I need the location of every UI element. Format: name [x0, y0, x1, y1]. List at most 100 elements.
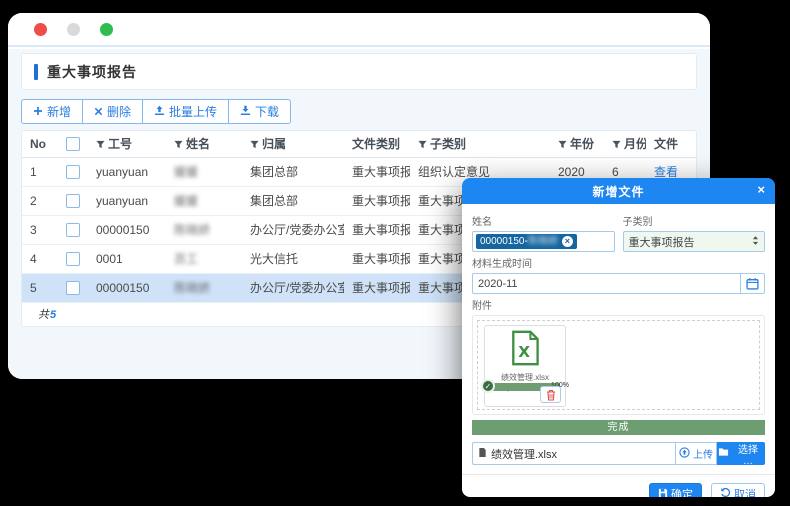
cell-category: 重大事项报告: [344, 244, 410, 273]
plus-icon: [33, 105, 43, 119]
row-checkbox[interactable]: [66, 194, 80, 208]
filter-icon[interactable]: [96, 138, 105, 152]
x-icon: [94, 105, 103, 119]
redacted-name: 媛媛: [174, 194, 198, 208]
row-checkbox[interactable]: [66, 165, 80, 179]
column-header-name[interactable]: 姓名: [166, 131, 242, 157]
download-button[interactable]: 下载: [228, 99, 291, 124]
remove-tag-icon[interactable]: ×: [562, 236, 573, 247]
title-accent-bar: [34, 64, 38, 80]
filter-icon[interactable]: [174, 138, 183, 152]
cell-name: 陈晓娇: [166, 273, 242, 302]
modal-footer: 确定 取消: [462, 474, 775, 497]
view-file-link[interactable]: 查看: [654, 165, 678, 179]
row-checkbox[interactable]: [66, 281, 80, 295]
column-header-label: 归属: [262, 137, 286, 151]
modal-title: 新增文件: [592, 183, 644, 200]
attachment-dropzone[interactable]: X 绩效管理.xlsx (14.58 KB) 100% ✓: [477, 320, 760, 410]
cell-no: 5: [22, 273, 58, 302]
cell-category: 重大事项报告: [344, 186, 410, 215]
column-header-label: 子类别: [430, 137, 466, 151]
modal-header: 新增文件 ×: [462, 178, 775, 204]
cell-org: 集团总部: [242, 157, 344, 186]
column-header-year[interactable]: 年份: [550, 131, 604, 157]
cell-no: 1: [22, 157, 58, 186]
column-header-label: 月份: [624, 137, 646, 151]
column-header-id[interactable]: 工号: [88, 131, 166, 157]
table-header-row: No工号姓名归属文件类别子类别年份月份文件: [22, 131, 696, 157]
file-icon: [478, 447, 487, 461]
upload-button[interactable]: 上传: [675, 442, 717, 465]
cell-select[interactable]: [58, 186, 88, 215]
undo-icon: [720, 487, 731, 497]
cell-select[interactable]: [58, 157, 88, 186]
subcategory-select[interactable]: 重大事项报告: [623, 231, 766, 252]
row-checkbox[interactable]: [66, 223, 80, 237]
selected-person-tag: 00000150-陈晓娇 ×: [476, 234, 577, 249]
date-field[interactable]: 2020-11: [472, 273, 765, 294]
download-icon: [240, 105, 251, 119]
delete-file-button[interactable]: [540, 386, 561, 403]
column-header-month[interactable]: 月份: [604, 131, 646, 157]
page-background: 重大事项报告 新增删除批量上传下载 No工号姓名归属文件类别子类别年份月份文件 …: [0, 0, 790, 506]
cell-select[interactable]: [58, 273, 88, 302]
cell-org: 办公厅/党委办公室: [242, 215, 344, 244]
name-field[interactable]: 00000150-陈晓娇 ×: [472, 231, 615, 252]
window-maximize-dot[interactable]: [100, 23, 113, 36]
attachment-box: X 绩效管理.xlsx (14.58 KB) 100% ✓: [472, 315, 765, 415]
close-icon[interactable]: ×: [757, 183, 766, 197]
cell-name: 员工: [166, 244, 242, 273]
selected-file-display: 绩效管理.xlsx: [472, 442, 675, 465]
filter-icon[interactable]: [418, 138, 427, 152]
batch-upload-button[interactable]: 批量上传: [142, 99, 229, 124]
cell-select[interactable]: [58, 215, 88, 244]
cell-employee-id: yuanyuan: [88, 186, 166, 215]
name-field-label: 姓名: [472, 213, 615, 228]
toolbar-button-label: 删除: [107, 103, 131, 120]
date-value: 2020-11: [478, 278, 518, 290]
folder-icon: [718, 447, 729, 460]
uploaded-file-card: X 绩效管理.xlsx (14.58 KB) 100% ✓: [484, 325, 566, 407]
delete-button[interactable]: 删除: [82, 99, 143, 124]
filter-icon[interactable]: [612, 138, 621, 152]
redacted-name: 陈晓娇: [174, 223, 210, 237]
calendar-icon[interactable]: [740, 274, 764, 293]
cancel-button[interactable]: 取消: [711, 483, 765, 497]
column-header-select[interactable]: [58, 131, 88, 157]
select-all-checkbox[interactable]: [66, 137, 80, 151]
cell-select[interactable]: [58, 244, 88, 273]
toolbar-button-label: 下载: [255, 103, 279, 120]
save-icon: [658, 488, 668, 498]
toolbar-button-label: 新增: [47, 103, 71, 120]
filter-icon[interactable]: [558, 138, 567, 152]
choose-file-button[interactable]: 选择 …: [717, 442, 765, 465]
filter-icon[interactable]: [250, 138, 259, 152]
row-checkbox[interactable]: [66, 252, 80, 266]
date-field-label: 材料生成时间: [472, 255, 765, 270]
cell-employee-id: 0001: [88, 244, 166, 273]
cell-org: 办公厅/党委办公室: [242, 273, 344, 302]
subcategory-value: 重大事项报告: [629, 234, 695, 250]
cell-no: 2: [22, 186, 58, 215]
add-button[interactable]: 新增: [21, 99, 83, 124]
redacted-name: 陈晓娇: [174, 281, 210, 295]
cell-no: 4: [22, 244, 58, 273]
cell-name: 陈晓娇: [166, 215, 242, 244]
column-header-org[interactable]: 归属: [242, 131, 344, 157]
toolbar: 新增 删除批量上传 下载: [21, 99, 291, 124]
column-header-subcategory[interactable]: 子类别: [410, 131, 550, 157]
page-header: 重大事项报告: [21, 53, 697, 90]
upload-status-bar: 完成: [472, 420, 765, 435]
column-header-category: 文件类别: [344, 131, 410, 157]
window-minimize-dot[interactable]: [67, 23, 80, 36]
total-count: 共5: [38, 306, 56, 322]
confirm-button[interactable]: 确定: [649, 483, 702, 497]
tag-employee-name: 陈晓娇: [528, 234, 558, 249]
column-header-label: 姓名: [186, 137, 210, 151]
column-header-label: 年份: [570, 137, 594, 151]
column-header-no: No: [22, 131, 58, 157]
window-close-dot[interactable]: [34, 23, 47, 36]
cell-employee-id: 00000150: [88, 273, 166, 302]
redacted-name: 媛媛: [174, 165, 198, 179]
cell-category: 重大事项报告: [344, 215, 410, 244]
